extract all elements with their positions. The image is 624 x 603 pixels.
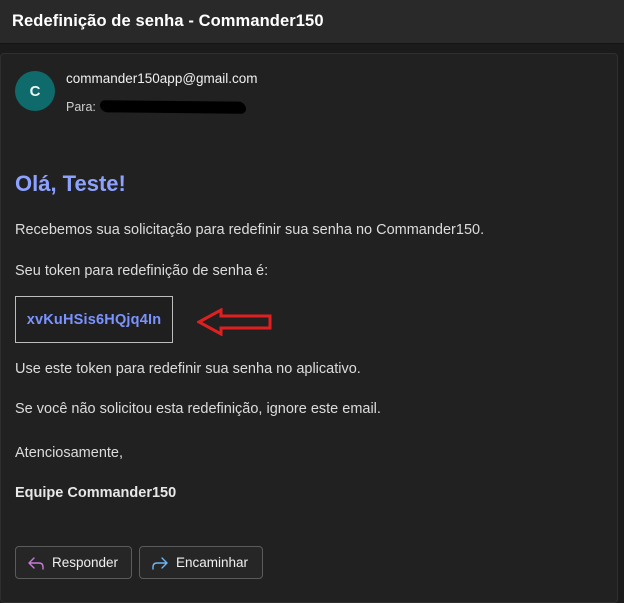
signature: Equipe Commander150 <box>15 485 177 501</box>
sender-address[interactable]: commander150app@gmail.com <box>66 71 258 86</box>
scroll-edge <box>618 53 624 603</box>
reset-token[interactable]: xvKuHSis6HQjq4In <box>27 312 162 328</box>
forward-arrow-icon <box>152 556 168 570</box>
closing-line: Atenciosamente, <box>15 445 124 461</box>
email-greeting: Olá, Teste! <box>15 171 126 196</box>
sender-avatar[interactable]: C <box>15 71 55 111</box>
title-bar: Redefinição de senha - Commander150 <box>0 0 624 44</box>
body-paragraph-token-intro: Seu token para redefinição de senha é: <box>15 263 269 279</box>
message-actions: Responder Encaminhar <box>15 546 263 579</box>
email-subject-title: Redefinição de senha - Commander150 <box>12 12 324 30</box>
redacted-recipient <box>99 100 246 114</box>
body-paragraph-request: Recebemos sua solicitação para redefinir… <box>15 222 485 238</box>
recipient-row: Para: <box>66 98 246 116</box>
token-box: xvKuHSis6HQjq4In <box>15 296 173 343</box>
reply-button[interactable]: Responder <box>15 546 132 579</box>
forward-label: Encaminhar <box>176 555 249 570</box>
body-paragraph-ignore: Se você não solicitou esta redefinição, … <box>15 401 381 417</box>
email-message-card: C commander150app@gmail.com Para: Olá, T… <box>0 53 618 603</box>
reply-label: Responder <box>52 555 119 570</box>
to-label: Para: <box>66 100 96 114</box>
body-paragraph-instructions: Use este token para redefinir sua senha … <box>15 361 361 377</box>
annotation-arrow-icon <box>197 308 272 336</box>
reply-arrow-icon <box>28 556 44 570</box>
forward-button[interactable]: Encaminhar <box>139 546 263 579</box>
